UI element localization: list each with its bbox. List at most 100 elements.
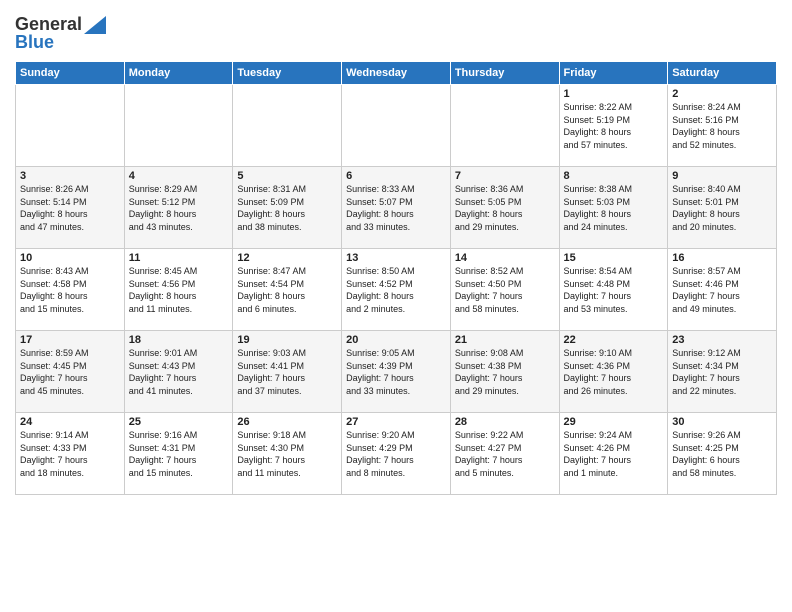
day-number: 12	[237, 252, 337, 264]
calendar-cell: 19Sunrise: 9:03 AM Sunset: 4:41 PM Dayli…	[233, 331, 342, 413]
calendar-cell: 28Sunrise: 9:22 AM Sunset: 4:27 PM Dayli…	[450, 413, 559, 495]
calendar-cell: 12Sunrise: 8:47 AM Sunset: 4:54 PM Dayli…	[233, 249, 342, 331]
calendar-cell: 26Sunrise: 9:18 AM Sunset: 4:30 PM Dayli…	[233, 413, 342, 495]
calendar-cell: 14Sunrise: 8:52 AM Sunset: 4:50 PM Dayli…	[450, 249, 559, 331]
day-header-thursday: Thursday	[450, 62, 559, 85]
day-number: 21	[455, 334, 555, 346]
calendar-cell: 6Sunrise: 8:33 AM Sunset: 5:07 PM Daylig…	[342, 167, 451, 249]
day-number: 17	[20, 334, 120, 346]
day-header-friday: Friday	[559, 62, 668, 85]
day-number: 19	[237, 334, 337, 346]
day-info: Sunrise: 8:33 AM Sunset: 5:07 PM Dayligh…	[346, 183, 446, 233]
calendar-table: SundayMondayTuesdayWednesdayThursdayFrid…	[15, 61, 777, 495]
day-info: Sunrise: 8:22 AM Sunset: 5:19 PM Dayligh…	[564, 101, 664, 151]
day-info: Sunrise: 9:22 AM Sunset: 4:27 PM Dayligh…	[455, 429, 555, 479]
calendar-cell: 8Sunrise: 8:38 AM Sunset: 5:03 PM Daylig…	[559, 167, 668, 249]
calendar-cell: 18Sunrise: 9:01 AM Sunset: 4:43 PM Dayli…	[124, 331, 233, 413]
day-number: 22	[564, 334, 664, 346]
calendar-cell: 16Sunrise: 8:57 AM Sunset: 4:46 PM Dayli…	[668, 249, 777, 331]
calendar-cell: 30Sunrise: 9:26 AM Sunset: 4:25 PM Dayli…	[668, 413, 777, 495]
calendar-cell: 4Sunrise: 8:29 AM Sunset: 5:12 PM Daylig…	[124, 167, 233, 249]
logo-icon	[84, 16, 106, 34]
day-info: Sunrise: 8:40 AM Sunset: 5:01 PM Dayligh…	[672, 183, 772, 233]
day-header-wednesday: Wednesday	[342, 62, 451, 85]
day-number: 27	[346, 416, 446, 428]
day-info: Sunrise: 8:36 AM Sunset: 5:05 PM Dayligh…	[455, 183, 555, 233]
day-number: 3	[20, 170, 120, 182]
day-number: 30	[672, 416, 772, 428]
calendar-cell: 3Sunrise: 8:26 AM Sunset: 5:14 PM Daylig…	[16, 167, 125, 249]
day-number: 6	[346, 170, 446, 182]
day-info: Sunrise: 8:47 AM Sunset: 4:54 PM Dayligh…	[237, 265, 337, 315]
day-number: 8	[564, 170, 664, 182]
calendar-cell: 22Sunrise: 9:10 AM Sunset: 4:36 PM Dayli…	[559, 331, 668, 413]
day-info: Sunrise: 8:24 AM Sunset: 5:16 PM Dayligh…	[672, 101, 772, 151]
calendar-week-1: 1Sunrise: 8:22 AM Sunset: 5:19 PM Daylig…	[16, 85, 777, 167]
calendar-cell: 1Sunrise: 8:22 AM Sunset: 5:19 PM Daylig…	[559, 85, 668, 167]
day-info: Sunrise: 8:54 AM Sunset: 4:48 PM Dayligh…	[564, 265, 664, 315]
day-number: 13	[346, 252, 446, 264]
calendar-cell: 29Sunrise: 9:24 AM Sunset: 4:26 PM Dayli…	[559, 413, 668, 495]
calendar-cell: 15Sunrise: 8:54 AM Sunset: 4:48 PM Dayli…	[559, 249, 668, 331]
calendar-cell: 21Sunrise: 9:08 AM Sunset: 4:38 PM Dayli…	[450, 331, 559, 413]
calendar-cell	[16, 85, 125, 167]
day-info: Sunrise: 9:14 AM Sunset: 4:33 PM Dayligh…	[20, 429, 120, 479]
day-number: 18	[129, 334, 229, 346]
calendar-week-3: 10Sunrise: 8:43 AM Sunset: 4:58 PM Dayli…	[16, 249, 777, 331]
calendar-cell: 25Sunrise: 9:16 AM Sunset: 4:31 PM Dayli…	[124, 413, 233, 495]
calendar-cell	[342, 85, 451, 167]
day-info: Sunrise: 8:45 AM Sunset: 4:56 PM Dayligh…	[129, 265, 229, 315]
day-info: Sunrise: 9:08 AM Sunset: 4:38 PM Dayligh…	[455, 347, 555, 397]
calendar-cell: 11Sunrise: 8:45 AM Sunset: 4:56 PM Dayli…	[124, 249, 233, 331]
day-info: Sunrise: 8:52 AM Sunset: 4:50 PM Dayligh…	[455, 265, 555, 315]
day-info: Sunrise: 9:20 AM Sunset: 4:29 PM Dayligh…	[346, 429, 446, 479]
day-info: Sunrise: 8:57 AM Sunset: 4:46 PM Dayligh…	[672, 265, 772, 315]
day-number: 23	[672, 334, 772, 346]
day-header-sunday: Sunday	[16, 62, 125, 85]
day-number: 10	[20, 252, 120, 264]
day-number: 29	[564, 416, 664, 428]
calendar-cell: 5Sunrise: 8:31 AM Sunset: 5:09 PM Daylig…	[233, 167, 342, 249]
calendar-cell: 7Sunrise: 8:36 AM Sunset: 5:05 PM Daylig…	[450, 167, 559, 249]
day-info: Sunrise: 9:24 AM Sunset: 4:26 PM Dayligh…	[564, 429, 664, 479]
day-number: 1	[564, 88, 664, 100]
calendar-cell: 9Sunrise: 8:40 AM Sunset: 5:01 PM Daylig…	[668, 167, 777, 249]
day-info: Sunrise: 9:10 AM Sunset: 4:36 PM Dayligh…	[564, 347, 664, 397]
logo: General Blue	[15, 14, 106, 53]
day-number: 28	[455, 416, 555, 428]
day-info: Sunrise: 8:31 AM Sunset: 5:09 PM Dayligh…	[237, 183, 337, 233]
day-info: Sunrise: 9:01 AM Sunset: 4:43 PM Dayligh…	[129, 347, 229, 397]
day-info: Sunrise: 8:43 AM Sunset: 4:58 PM Dayligh…	[20, 265, 120, 315]
day-number: 11	[129, 252, 229, 264]
day-number: 4	[129, 170, 229, 182]
day-number: 5	[237, 170, 337, 182]
day-number: 2	[672, 88, 772, 100]
calendar-cell: 17Sunrise: 8:59 AM Sunset: 4:45 PM Dayli…	[16, 331, 125, 413]
day-number: 15	[564, 252, 664, 264]
page-container: General Blue SundayMondayTuesdayWednesda…	[0, 0, 792, 505]
calendar-cell: 24Sunrise: 9:14 AM Sunset: 4:33 PM Dayli…	[16, 413, 125, 495]
calendar-cell: 20Sunrise: 9:05 AM Sunset: 4:39 PM Dayli…	[342, 331, 451, 413]
day-info: Sunrise: 8:26 AM Sunset: 5:14 PM Dayligh…	[20, 183, 120, 233]
calendar-cell	[233, 85, 342, 167]
day-info: Sunrise: 9:16 AM Sunset: 4:31 PM Dayligh…	[129, 429, 229, 479]
day-number: 26	[237, 416, 337, 428]
day-number: 25	[129, 416, 229, 428]
calendar-week-5: 24Sunrise: 9:14 AM Sunset: 4:33 PM Dayli…	[16, 413, 777, 495]
day-number: 9	[672, 170, 772, 182]
calendar-cell: 2Sunrise: 8:24 AM Sunset: 5:16 PM Daylig…	[668, 85, 777, 167]
calendar-cell: 23Sunrise: 9:12 AM Sunset: 4:34 PM Dayli…	[668, 331, 777, 413]
day-info: Sunrise: 9:03 AM Sunset: 4:41 PM Dayligh…	[237, 347, 337, 397]
day-info: Sunrise: 9:12 AM Sunset: 4:34 PM Dayligh…	[672, 347, 772, 397]
day-info: Sunrise: 8:38 AM Sunset: 5:03 PM Dayligh…	[564, 183, 664, 233]
day-info: Sunrise: 8:50 AM Sunset: 4:52 PM Dayligh…	[346, 265, 446, 315]
header: General Blue	[15, 10, 777, 53]
day-number: 16	[672, 252, 772, 264]
calendar-cell	[124, 85, 233, 167]
logo-blue-text: Blue	[15, 32, 106, 53]
calendar-cell: 27Sunrise: 9:20 AM Sunset: 4:29 PM Dayli…	[342, 413, 451, 495]
day-number: 20	[346, 334, 446, 346]
calendar-header-row: SundayMondayTuesdayWednesdayThursdayFrid…	[16, 62, 777, 85]
day-info: Sunrise: 9:05 AM Sunset: 4:39 PM Dayligh…	[346, 347, 446, 397]
day-info: Sunrise: 8:59 AM Sunset: 4:45 PM Dayligh…	[20, 347, 120, 397]
